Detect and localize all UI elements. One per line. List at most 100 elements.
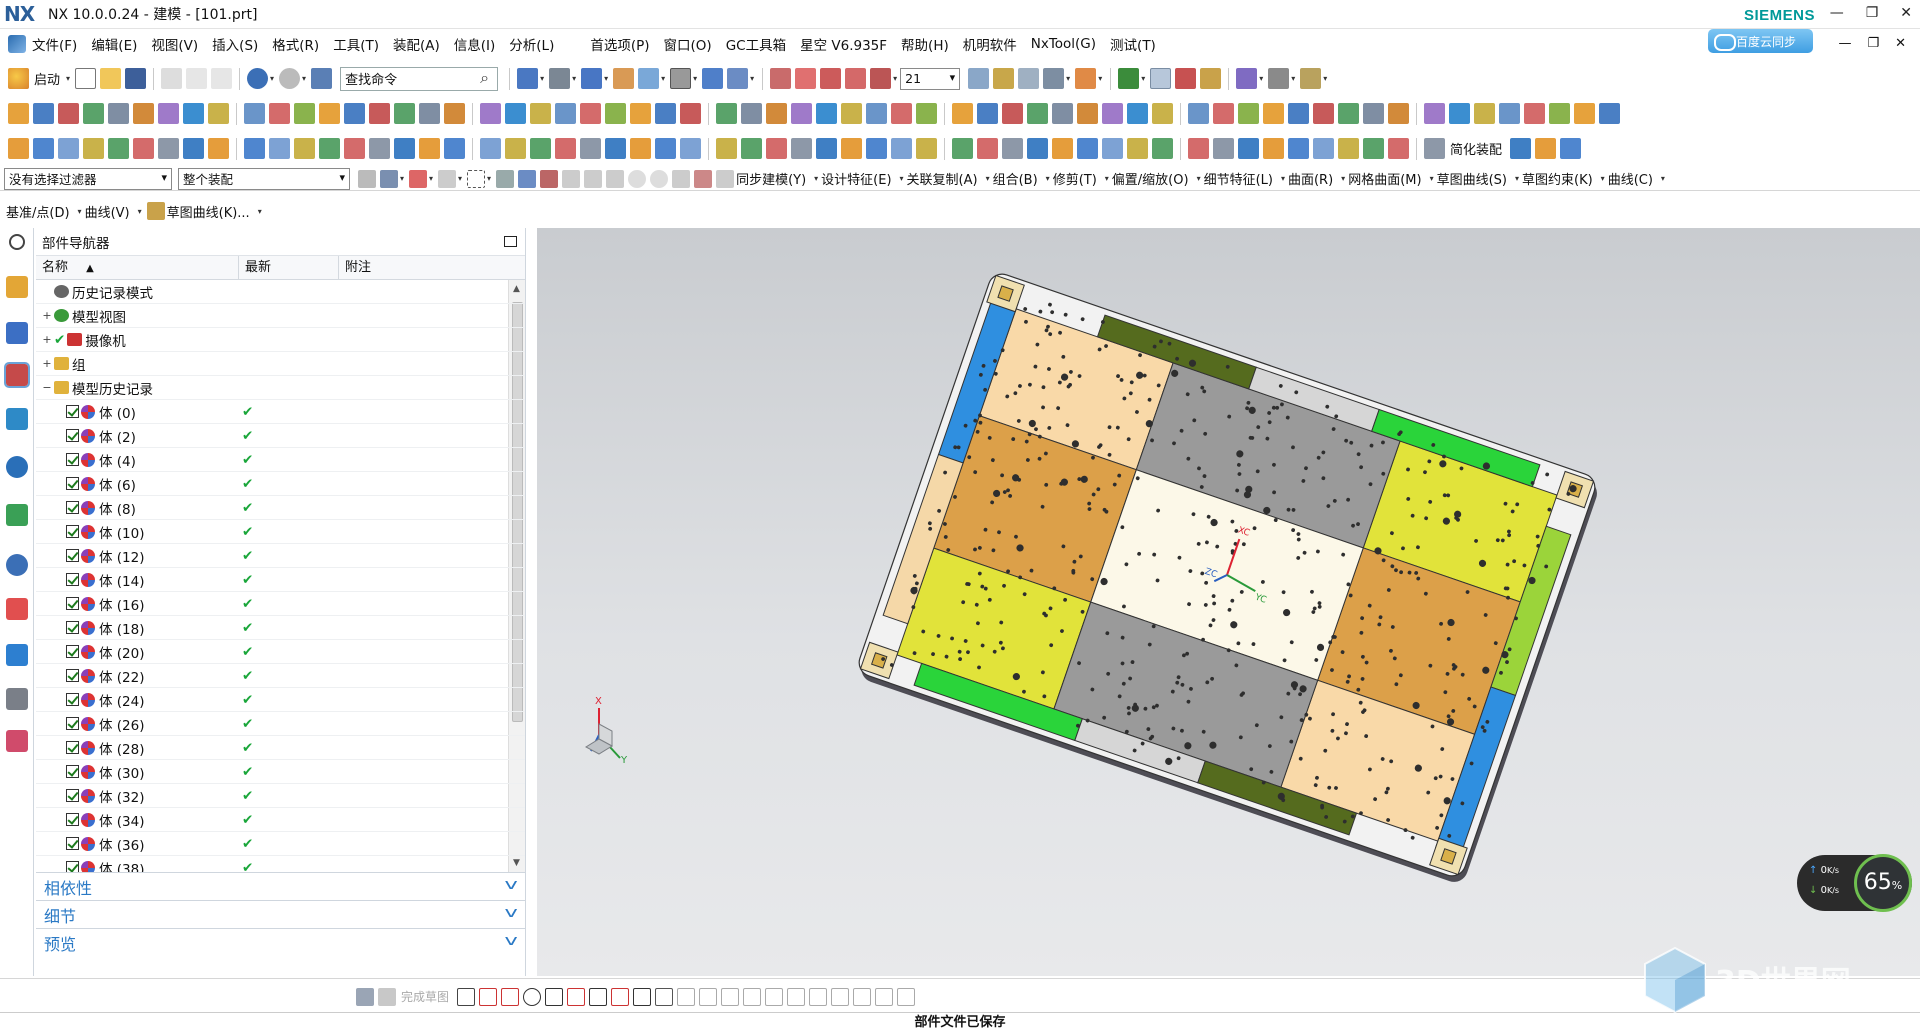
save-icon[interactable] xyxy=(125,68,147,89)
feature-tool-19-icon[interactable] xyxy=(480,103,501,124)
visibility-checkbox[interactable] xyxy=(66,501,79,514)
panel-dependencies[interactable]: 相依性 v xyxy=(36,872,525,900)
menu-nxtool[interactable]: NxTool(G) xyxy=(1031,36,1096,52)
feature-tool-10-icon[interactable] xyxy=(244,103,265,124)
model-tool-50-icon[interactable] xyxy=(1288,138,1309,159)
visibility-checkbox[interactable] xyxy=(66,645,79,658)
model-tool-7-icon[interactable] xyxy=(158,138,179,159)
mirror-curve-icon[interactable] xyxy=(721,987,740,1006)
part-navigator-icon[interactable] xyxy=(4,362,30,388)
visibility-checkbox[interactable] xyxy=(66,693,79,706)
feature-tool-35-icon[interactable] xyxy=(891,103,912,124)
panel-details[interactable]: 细节 v xyxy=(36,900,525,928)
menu-sketch-constraint[interactable]: 草图约束(K) xyxy=(1522,169,1593,188)
menu-help[interactable]: 帮助(H) xyxy=(901,34,949,54)
analysis-icon[interactable] xyxy=(1200,68,1222,89)
manufacturing-wizard-icon[interactable] xyxy=(6,688,28,710)
model-tool-43-icon[interactable] xyxy=(1102,138,1123,159)
settings-gear-icon[interactable] xyxy=(9,234,25,250)
convert-reference-icon[interactable] xyxy=(875,987,894,1006)
orient-view-icon[interactable] xyxy=(1150,68,1172,89)
visibility-checkbox[interactable] xyxy=(66,861,79,872)
feature-tool-54-icon[interactable] xyxy=(1388,103,1409,124)
model-tool-51-icon[interactable] xyxy=(1313,138,1334,159)
menu-test[interactable]: 测试(T) xyxy=(1110,34,1156,54)
studio-spline-icon[interactable] xyxy=(633,987,652,1006)
body-row[interactable]: 体 (6) ✔ xyxy=(36,472,525,496)
body-row[interactable]: 体 (34) ✔ xyxy=(36,808,525,832)
model-tool-56-icon[interactable] xyxy=(1510,138,1532,159)
model-tool-16-icon[interactable] xyxy=(394,138,415,159)
tree-node[interactable]: + 组 xyxy=(36,352,525,376)
box-select-icon[interactable] xyxy=(467,169,486,188)
command-finder-icon[interactable] xyxy=(311,68,333,89)
select-feature-icon[interactable] xyxy=(380,169,398,188)
offset-curve-icon[interactable] xyxy=(677,987,696,1006)
assembly-navigator-icon[interactable] xyxy=(6,276,28,298)
visibility-checkbox[interactable] xyxy=(66,573,79,586)
redo-icon[interactable] xyxy=(279,68,301,89)
point-icon[interactable] xyxy=(655,987,674,1006)
menu-insert[interactable]: 插入(S) xyxy=(212,34,258,54)
model-tool-27-icon[interactable] xyxy=(680,138,701,159)
restore-button[interactable]: ❐ xyxy=(1866,5,1879,21)
finish-sketch-button[interactable]: 完成草图 xyxy=(401,988,449,1005)
model-tool-22-icon[interactable] xyxy=(555,138,576,159)
graphics-window[interactable]: XC YC ZC X Y xyxy=(537,228,1920,976)
snap-tool-icon[interactable] xyxy=(694,169,713,188)
polygon-icon[interactable] xyxy=(611,987,630,1006)
doc-minimize-button[interactable]: — xyxy=(1838,36,1851,51)
edit-section-icon[interactable] xyxy=(613,68,635,89)
body-select-icon[interactable] xyxy=(518,169,537,188)
dimension-icon[interactable] xyxy=(831,987,850,1006)
feature-tool-59-icon[interactable] xyxy=(1524,103,1545,124)
model-tool-52-icon[interactable] xyxy=(1338,138,1359,159)
tree-node[interactable]: + ✔ 摄像机 xyxy=(36,328,525,352)
maximize-icon[interactable] xyxy=(504,236,517,247)
roles-icon[interactable] xyxy=(6,730,28,752)
model-tool-31-icon[interactable] xyxy=(791,138,812,159)
model-tool-11-icon[interactable] xyxy=(269,138,290,159)
feature-tool-21-icon[interactable] xyxy=(530,103,551,124)
menu-detail-feature[interactable]: 细节特征(L) xyxy=(1204,169,1273,188)
visibility-checkbox[interactable] xyxy=(66,789,79,802)
menu-tools[interactable]: 工具(T) xyxy=(333,34,379,54)
sketch-icon[interactable] xyxy=(146,202,165,220)
snap-point-icon[interactable] xyxy=(1075,68,1097,89)
feature-tool-44-icon[interactable] xyxy=(1127,103,1148,124)
layer-settings-icon[interactable] xyxy=(968,68,990,89)
feature-tool-41-icon[interactable] xyxy=(1052,103,1073,124)
visibility-checkbox[interactable] xyxy=(66,741,79,754)
feature-tool-23-icon[interactable] xyxy=(580,103,601,124)
constraint-navigator-icon[interactable] xyxy=(6,322,28,344)
snap-quadrant-icon[interactable] xyxy=(650,169,669,188)
column-name[interactable]: 名称 ▲ xyxy=(36,255,239,280)
body-row[interactable]: 体 (14) ✔ xyxy=(36,568,525,592)
snap-mid-icon[interactable] xyxy=(562,169,581,188)
model-tool-18-icon[interactable] xyxy=(444,138,465,159)
feature-tool-2-icon[interactable] xyxy=(33,103,54,124)
reuse-library-icon[interactable] xyxy=(6,408,28,430)
body-row[interactable]: 体 (28) ✔ xyxy=(36,736,525,760)
layer-select[interactable]: 21 xyxy=(900,67,961,90)
menu-datum-point[interactable]: 基准/点(D) xyxy=(6,202,70,221)
menu-info[interactable]: 信息(I) xyxy=(454,34,496,54)
doc-close-button[interactable]: ✕ xyxy=(1895,36,1906,51)
model-tool-1-icon[interactable] xyxy=(8,138,29,159)
point-snap-icon[interactable] xyxy=(438,169,457,188)
visibility-checkbox[interactable] xyxy=(66,549,79,562)
expand-toggle[interactable]: + xyxy=(42,333,52,346)
menu-surface[interactable]: 曲面(R) xyxy=(1288,169,1333,188)
feature-tool-30-icon[interactable] xyxy=(766,103,787,124)
hd3d-icon[interactable] xyxy=(6,456,28,478)
model-tool-41-icon[interactable] xyxy=(1052,138,1073,159)
start-button[interactable]: 启动 xyxy=(34,69,60,88)
expand-toggle[interactable]: + xyxy=(42,309,52,322)
filter-icon[interactable] xyxy=(358,169,376,188)
wcs-icon[interactable] xyxy=(770,68,792,89)
feature-tool-40-icon[interactable] xyxy=(1027,103,1048,124)
body-row[interactable]: 体 (0) ✔ xyxy=(36,400,525,424)
quick-trim-icon[interactable] xyxy=(743,987,762,1006)
model-tool-24-icon[interactable] xyxy=(605,138,626,159)
body-row[interactable]: 体 (32) ✔ xyxy=(36,784,525,808)
